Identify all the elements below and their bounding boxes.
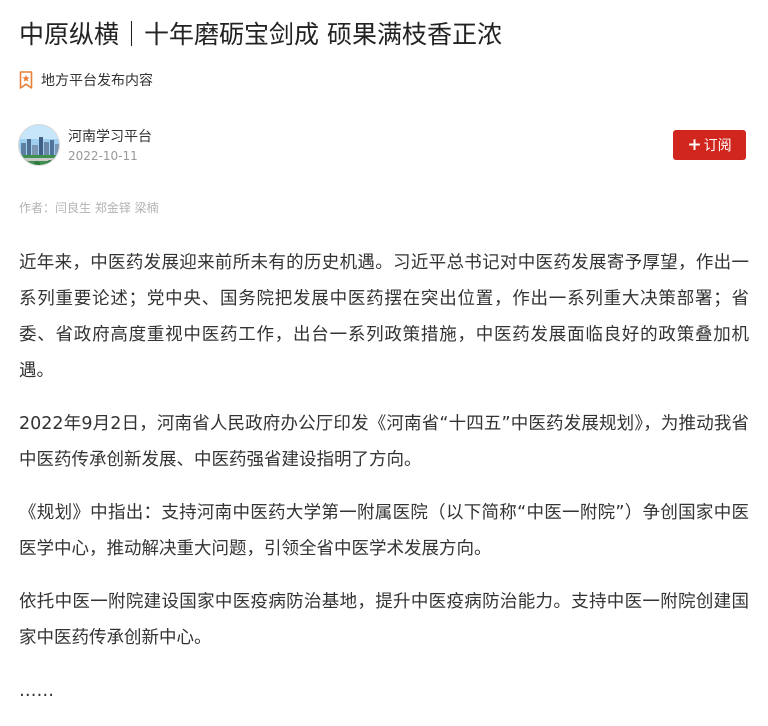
byline-authors: 闫良生 郑金铎 梁楠 xyxy=(55,201,159,215)
channel-name[interactable]: 河南学习平台 xyxy=(68,127,152,147)
article-paragraph: 近年来，中医药发展迎来前所未有的历史机遇。习近平总书记对中医药发展寄予厚望，作出… xyxy=(19,253,749,381)
article-paragraph: 依托中医一附院建设国家中医疫病防治基地，提升中医疫病防治能力。支持中医一附院创建… xyxy=(19,592,749,648)
author-byline: 作者：闫良生 郑金铎 梁楠 xyxy=(19,199,159,217)
article-body: 近年来，中医药发展迎来前所未有的历史机遇。习近平总书记对中医药发展寄予厚望，作出… xyxy=(19,245,749,726)
article-page: 中原纵横｜十年磨砺宝剑成 硕果满枝香正浓 地方平台发布内容 河南学习平台 202… xyxy=(0,0,768,718)
article-paragraph: 2022年9月2日，河南省人民政府办公厅印发《河南省“十四五”中医药发展规划》，… xyxy=(19,414,749,470)
article-paragraph: 《规划》中指出：支持河南中医药大学第一附属医院（以下简称“中医一附院”）争创国家… xyxy=(19,503,749,559)
byline-prefix: 作者： xyxy=(19,201,56,215)
source-tag: 地方平台发布内容 xyxy=(19,69,153,91)
subscribe-label: 订阅 xyxy=(703,138,732,154)
publish-date: 2022-10-11 xyxy=(68,149,138,163)
subscribe-button[interactable]: + 订阅 xyxy=(673,130,746,160)
city-skyline-avatar xyxy=(19,125,59,165)
channel-avatar[interactable] xyxy=(18,124,60,166)
article-ellipsis: …… xyxy=(19,681,54,701)
plus-icon: + xyxy=(687,134,702,155)
article-title: 中原纵横｜十年磨砺宝剑成 硕果满枝香正浓 xyxy=(19,20,502,49)
channel-header: 河南学习平台 2022-10-11 + 订阅 xyxy=(18,124,746,168)
badge-star-icon xyxy=(19,71,33,89)
source-label: 地方平台发布内容 xyxy=(41,73,153,89)
